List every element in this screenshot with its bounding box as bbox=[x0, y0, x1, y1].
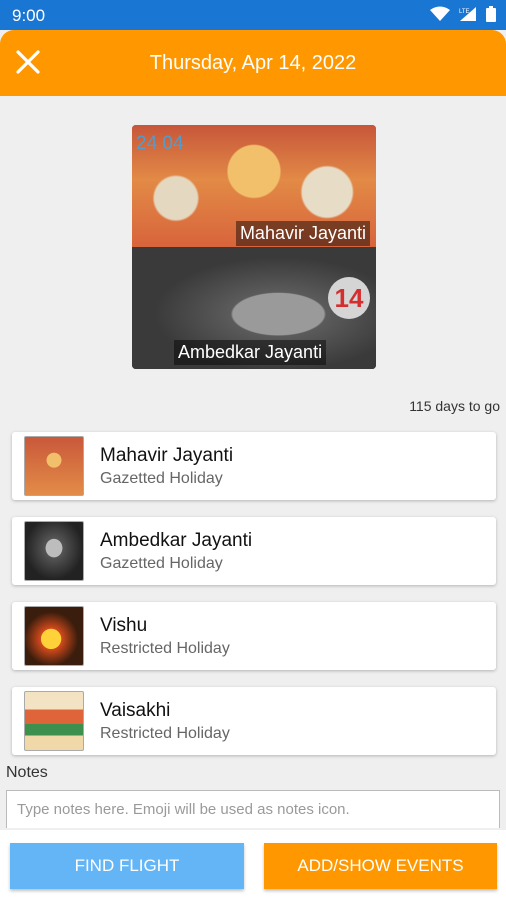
vishu-thumbnail bbox=[24, 606, 84, 666]
add-show-events-button[interactable]: ADD/SHOW EVENTS bbox=[264, 843, 497, 889]
event-name: Vaisakhi bbox=[100, 700, 171, 721]
notes-label: Notes bbox=[6, 764, 48, 781]
event-name: Ambedkar Jayanti bbox=[100, 530, 253, 551]
event-card-ambedkar-jayanti[interactable]: Ambedkar Jayanti Gazetted Holiday bbox=[12, 517, 496, 585]
find-flight-button[interactable]: FIND FLIGHT bbox=[10, 843, 244, 889]
battery-icon bbox=[486, 6, 496, 22]
event-card-mahavir-jayanti[interactable]: Mahavir Jayanti Gazetted Holiday bbox=[12, 432, 496, 500]
svg-text:LTE: LTE bbox=[459, 9, 470, 15]
event-card-vishu[interactable]: Vishu Restricted Holiday bbox=[12, 602, 496, 670]
lte-signal-icon: LTE bbox=[459, 7, 476, 21]
hero-caption-top: Mahavir Jayanti bbox=[235, 221, 370, 246]
hero-caption-bottom: Ambedkar Jayanti bbox=[174, 340, 327, 365]
vaisakhi-thumbnail bbox=[24, 691, 84, 751]
event-name: Vishu bbox=[100, 615, 148, 636]
status-time: 9:00 bbox=[12, 6, 46, 25]
notes-input[interactable] bbox=[6, 790, 500, 828]
page-title: Thursday, Apr 14, 2022 bbox=[149, 52, 357, 74]
event-list: Mahavir Jayanti Gazetted Holiday Ambedka… bbox=[12, 432, 496, 772]
ambedkar-jayanti-thumbnail bbox=[24, 521, 84, 581]
day-number-badge: 14 bbox=[328, 277, 370, 319]
bottom-action-bar: FIND FLIGHT ADD/SHOW EVENTS bbox=[0, 830, 506, 900]
event-card-vaisakhi[interactable]: Vaisakhi Restricted Holiday bbox=[12, 687, 496, 755]
status-bar: 9:00 LTE bbox=[0, 0, 506, 30]
app-bar: Thursday, Apr 14, 2022 bbox=[0, 30, 506, 96]
event-type: Gazetted Holiday bbox=[100, 470, 223, 487]
event-name: Mahavir Jayanti bbox=[100, 445, 234, 466]
date-overlay: 24 04 bbox=[136, 133, 184, 154]
event-type: Restricted Holiday bbox=[100, 640, 230, 657]
mahavir-jayanti-thumbnail bbox=[24, 436, 84, 496]
days-to-go-label: 115 days to go bbox=[409, 398, 500, 414]
event-type: Gazetted Holiday bbox=[100, 555, 223, 572]
wifi-icon bbox=[430, 6, 450, 21]
status-icons: LTE bbox=[430, 6, 496, 22]
holiday-collage-image: 24 04 Mahavir Jayanti Ambedkar Jayanti 1… bbox=[132, 125, 376, 369]
event-type: Restricted Holiday bbox=[100, 725, 230, 742]
